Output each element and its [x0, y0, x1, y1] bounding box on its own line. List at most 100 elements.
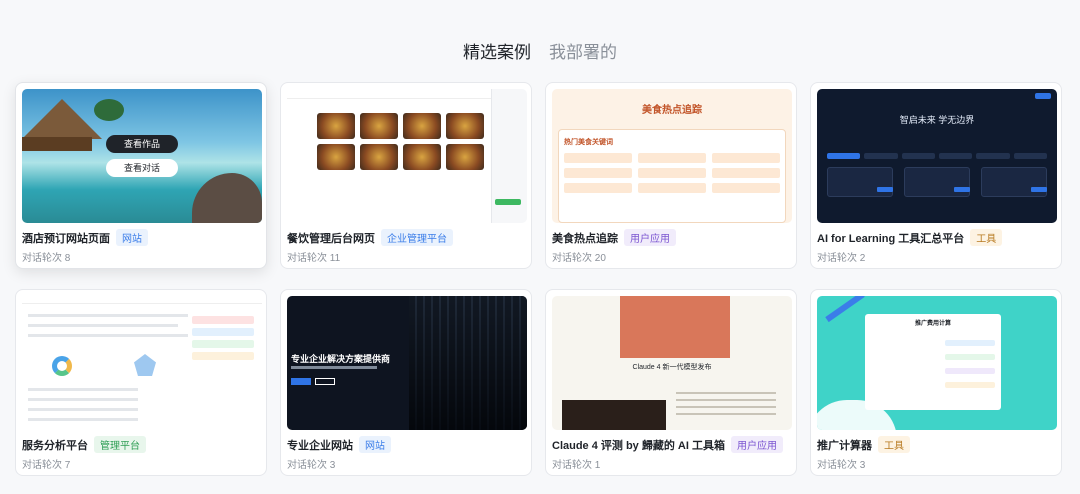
card-title: 美食热点追踪: [552, 232, 618, 245]
keyword-cell: [564, 168, 632, 178]
view-work-button[interactable]: 查看作品: [106, 135, 178, 153]
thumb-tag: [192, 316, 254, 324]
card-title: 专业企业网站: [287, 439, 353, 452]
card-title-row: 推广计算器 工具: [817, 436, 910, 453]
video-thumbnail: [562, 400, 666, 430]
keyword-cell: [712, 153, 780, 163]
thumb-blue-button: [954, 187, 970, 192]
card-rounds: 对话轮次 3: [287, 460, 336, 471]
thumb-outline-button: [315, 378, 335, 385]
donut-chart-icon: [52, 356, 72, 376]
case-card-restaurant-admin[interactable]: 餐饮管理后台网页 企业管理平台 对话轮次 11: [280, 82, 532, 269]
card-title-row: 专业企业网站 网站: [287, 436, 391, 453]
thumb-text-lines: [676, 392, 776, 420]
thumb-line: [28, 388, 138, 391]
keyword-cell: [638, 183, 706, 193]
card-tag: 网站: [359, 436, 391, 453]
dish-image: [317, 113, 355, 139]
case-tabs: 精选案例 我部署的: [0, 38, 1080, 63]
card-title-row: 餐饮管理后台网页 企业管理平台: [287, 229, 453, 246]
dish-image: [317, 144, 355, 170]
card-tag: 管理平台: [94, 436, 146, 453]
thumb-row: [945, 354, 995, 360]
thumb-title: 推广费用计算: [914, 321, 951, 327]
radar-chart-icon: [134, 354, 156, 376]
card-title: 餐饮管理后台网页: [287, 232, 375, 245]
thumb-row: [945, 368, 995, 374]
keyword-cell: [712, 183, 780, 193]
keyword-cell: [712, 168, 780, 178]
tab-my-deployments[interactable]: 我部署的: [549, 38, 617, 63]
card-title: 酒店预订网站页面: [22, 232, 110, 245]
palm-shape: [94, 99, 124, 121]
thumb-corner-button: [1035, 93, 1051, 99]
thumb-line: [28, 324, 178, 327]
dish-image: [403, 113, 441, 139]
dish-image: [403, 144, 441, 170]
thumb-title: 智启未来 学无边界: [899, 115, 975, 125]
card-thumbnail: [22, 296, 262, 430]
card-rounds: 对话轮次 2: [817, 253, 866, 264]
card-title: AI for Learning 工具汇总平台: [817, 232, 965, 245]
tool-box: [827, 167, 893, 197]
card-title: 服务分析平台: [22, 439, 88, 452]
card-tag: 工具: [878, 436, 910, 453]
card-thumbnail: 查看作品 查看对话: [22, 89, 262, 223]
keyword-cell: [564, 153, 632, 163]
card-thumbnail: [287, 89, 527, 223]
hut-base-shape: [22, 137, 92, 151]
card-title-row: Claude 4 评测 by 歸藏的 AI 工具箱 用户应用: [552, 436, 783, 453]
card-tag: 用户应用: [624, 229, 676, 246]
thumb-row: [945, 382, 995, 388]
card-title: Claude 4 评测 by 歸藏的 AI 工具箱: [552, 439, 725, 452]
keyword-cell: [638, 153, 706, 163]
card-thumbnail: Claude 4 新一代模型发布: [552, 296, 792, 430]
keyword-grid: [564, 153, 780, 193]
thumb-tag: [192, 340, 254, 348]
thumb-blue-button: [877, 187, 893, 192]
view-conversation-button[interactable]: 查看对话: [106, 159, 178, 177]
case-card-ai-learning[interactable]: 智启未来 学无边界 AI for Learning 工具汇总平台 工具 对话轮次…: [810, 82, 1062, 269]
case-card-claude-review[interactable]: Claude 4 新一代模型发布 Claude 4 评测 by 歸藏的 AI 工…: [545, 289, 797, 476]
thumb-title: Claude 4 新一代模型发布: [632, 364, 712, 371]
case-card-hotel[interactable]: 查看作品 查看对话 酒店预订网站页面 网站 对话轮次 8: [15, 82, 267, 269]
card-title-row: 酒店预订网站页面 网站: [22, 229, 148, 246]
case-card-promo-calculator[interactable]: 推广费用计算 推广计算器 工具 对话轮次 3: [810, 289, 1062, 476]
card-thumbnail: 推广费用计算: [817, 296, 1057, 430]
card-thumbnail: 专业企业解决方案提供商: [287, 296, 527, 430]
card-title-row: 美食热点追踪 用户应用: [552, 229, 676, 246]
card-tag: 用户应用: [730, 436, 783, 453]
dish-image: [446, 113, 484, 139]
card-rounds: 对话轮次 11: [287, 253, 341, 264]
card-rounds: 对话轮次 3: [817, 460, 866, 471]
card-title-row: 服务分析平台 管理平台: [22, 436, 146, 453]
case-card-food-trends[interactable]: 美食热点追踪 热门美食关键词 美食热点追踪 用户应用 对话轮次 20: [545, 82, 797, 269]
case-card-enterprise-site[interactable]: 专业企业解决方案提供商 专业企业网站 网站 对话轮次 3: [280, 289, 532, 476]
dish-image: [446, 144, 484, 170]
card-title: 推广计算器: [817, 439, 872, 452]
tool-box: [981, 167, 1047, 197]
dish-image: [360, 144, 398, 170]
rock-shape: [192, 173, 262, 223]
thumb-tag: [192, 352, 254, 360]
case-card-service-analytics[interactable]: 服务分析平台 管理平台 对话轮次 7: [15, 289, 267, 476]
thumb-title: 美食热点追踪: [642, 105, 702, 116]
tab-featured-cases[interactable]: 精选案例: [463, 38, 531, 63]
thumb-blue-button: [1031, 187, 1047, 192]
thumb-title: 专业企业解决方案提供商: [291, 354, 391, 364]
thumb-line: [28, 334, 188, 337]
keyword-cell: [564, 183, 632, 193]
thumb-line: [28, 408, 138, 411]
pencil-icon: [825, 296, 865, 323]
card-thumbnail: 智启未来 学无边界: [817, 89, 1057, 223]
keyword-cell: [638, 168, 706, 178]
calculator-panel: [865, 314, 1001, 410]
card-tag: 工具: [970, 229, 1003, 246]
thumb-topbar: [22, 296, 262, 304]
hero-illustration: [620, 296, 730, 358]
card-tag: 网站: [116, 229, 148, 246]
thumb-primary-button: [291, 378, 311, 385]
dish-image: [360, 113, 398, 139]
thumb-nav: [827, 153, 1047, 159]
card-rounds: 对话轮次 1: [552, 460, 601, 471]
